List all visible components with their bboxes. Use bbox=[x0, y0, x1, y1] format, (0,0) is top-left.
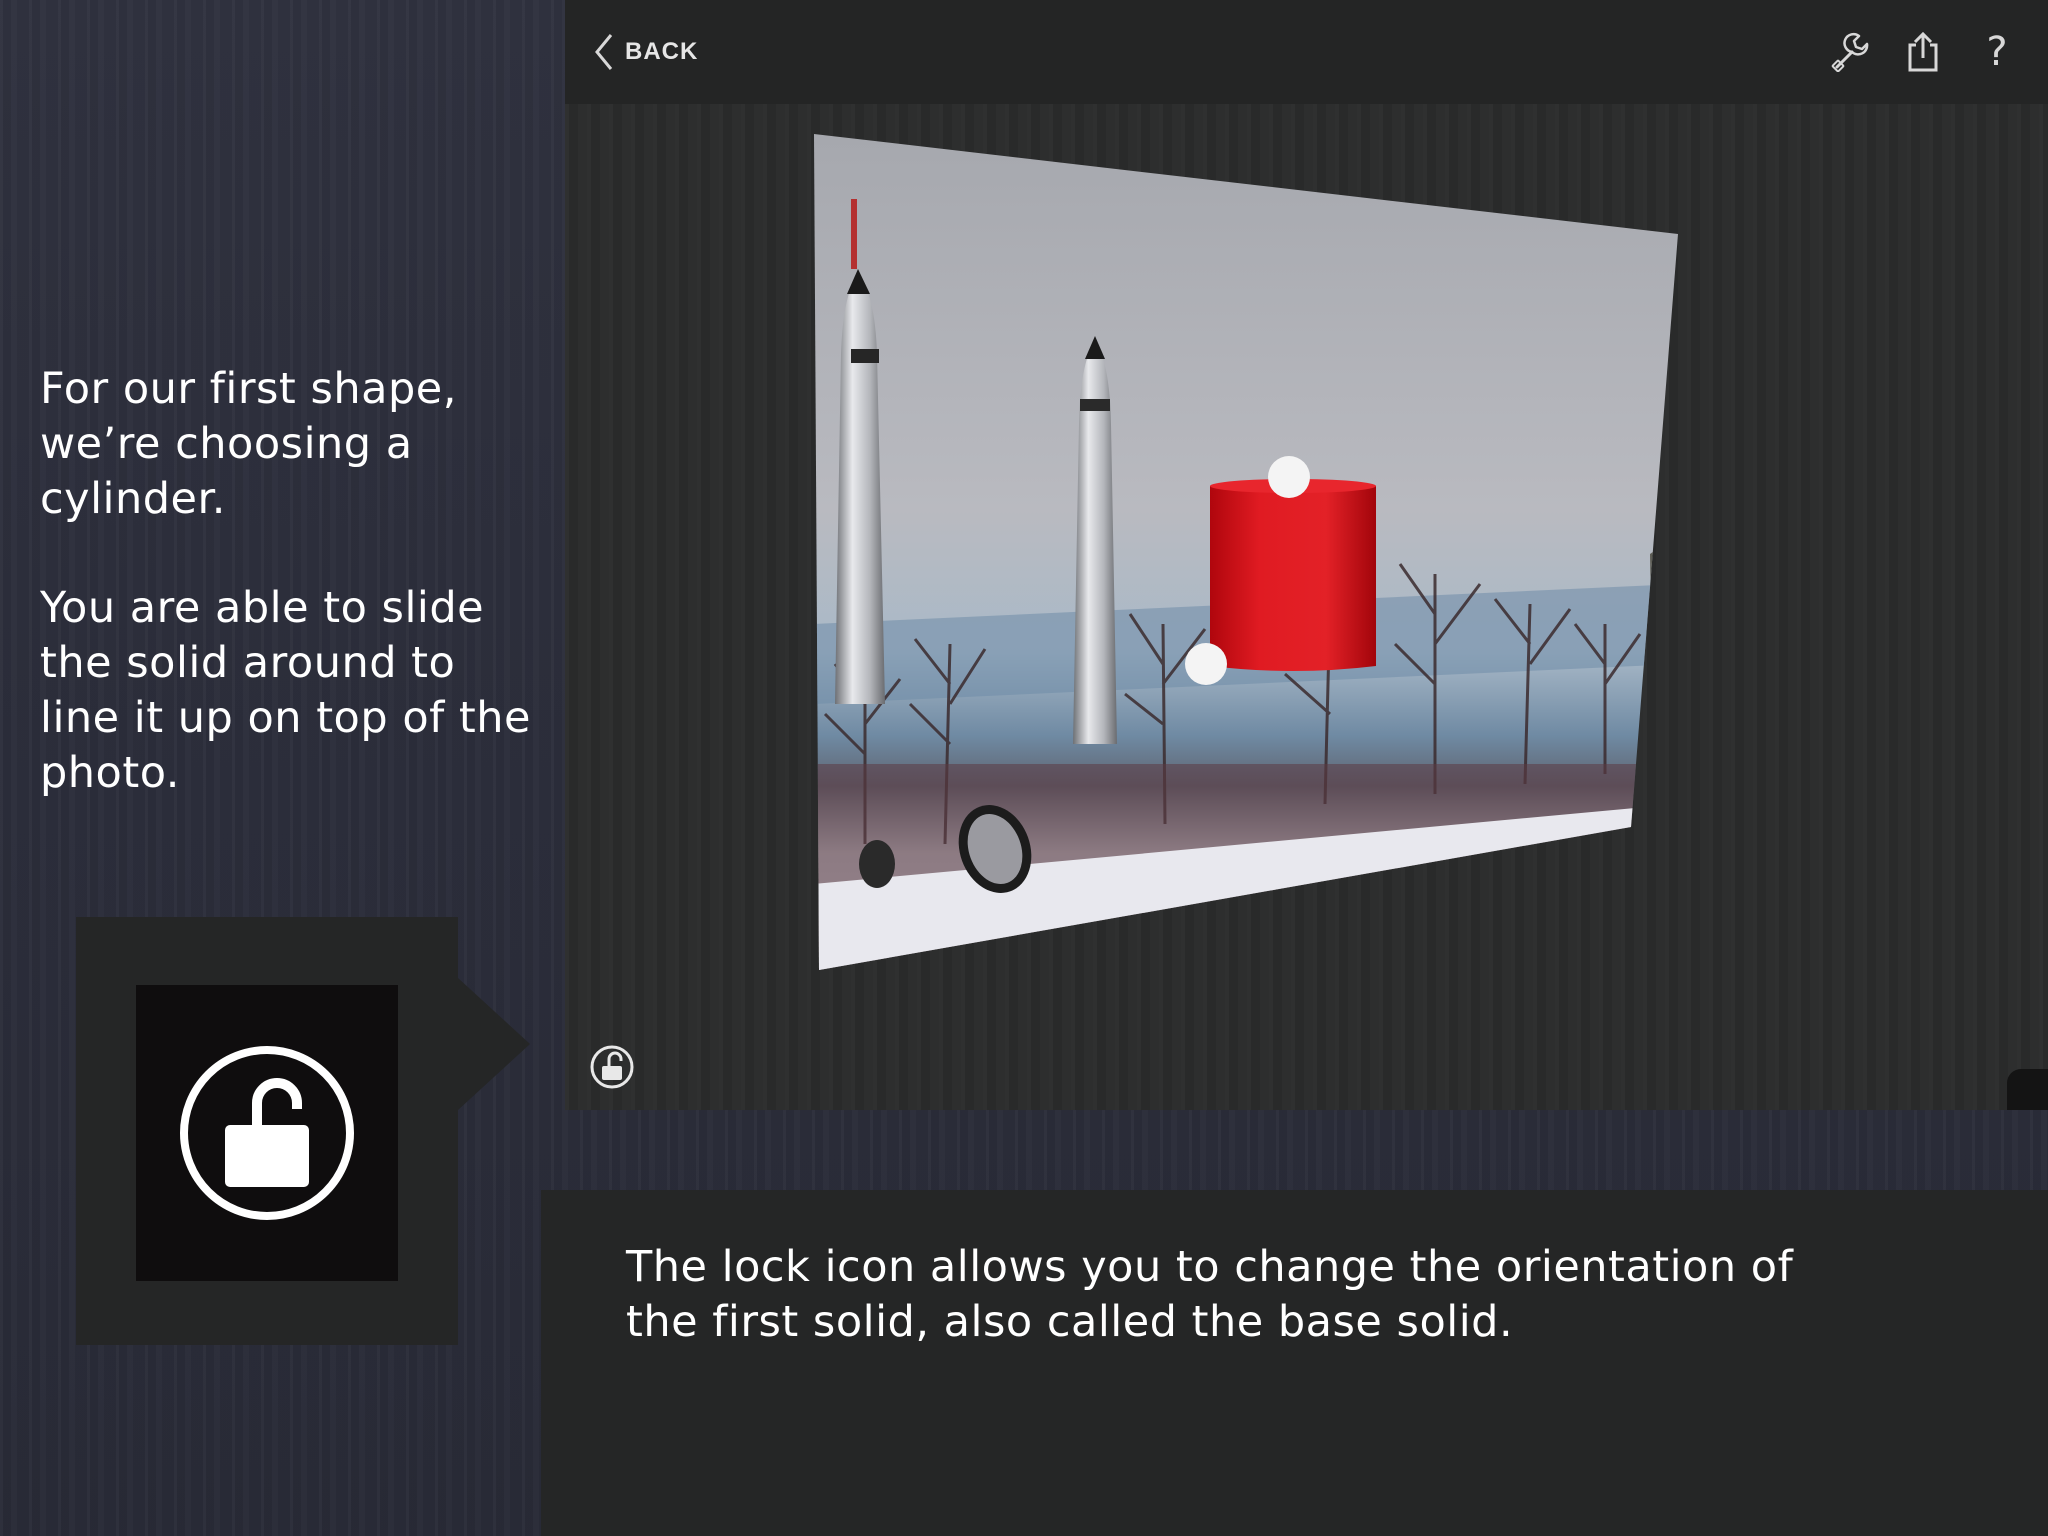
app-toolbar: BACK ? bbox=[565, 0, 2048, 104]
share-button[interactable] bbox=[1901, 30, 1945, 74]
lock-toggle-button[interactable] bbox=[589, 1044, 635, 1090]
back-button[interactable]: BACK bbox=[593, 30, 698, 74]
rotate-handle-top[interactable] bbox=[1268, 456, 1310, 498]
intro-paragraph-1: For our first shape, we’re choosing a cy… bbox=[40, 364, 457, 524]
help-icon: ? bbox=[1986, 29, 2008, 75]
app-window: BACK ? bbox=[565, 0, 2048, 1110]
callout-icon-frame bbox=[136, 985, 398, 1281]
workspace[interactable] bbox=[565, 104, 2048, 1110]
callout-pointer bbox=[458, 978, 530, 1110]
lock-open-icon bbox=[180, 1046, 354, 1220]
wrench-icon bbox=[1831, 32, 1869, 72]
photo-canvas[interactable] bbox=[565, 104, 2048, 1110]
resize-handle-left[interactable] bbox=[1185, 643, 1227, 685]
chevron-left-icon bbox=[595, 34, 613, 70]
intro-text: For our first shape, we’re choosing a cy… bbox=[40, 362, 540, 801]
share-icon bbox=[1908, 31, 1938, 72]
help-button[interactable]: ? bbox=[1975, 30, 2019, 74]
side-menu-button[interactable] bbox=[2007, 1069, 2048, 1110]
caption-text: The lock icon allows you to change the o… bbox=[626, 1242, 1794, 1347]
back-label: BACK bbox=[625, 38, 699, 65]
caption-panel: The lock icon allows you to change the o… bbox=[541, 1190, 2048, 1536]
cylinder-solid[interactable] bbox=[1210, 479, 1376, 671]
intro-paragraph-2: You are able to slide the solid around t… bbox=[40, 583, 532, 798]
lock-callout bbox=[76, 917, 458, 1345]
tools-button[interactable] bbox=[1829, 30, 1873, 74]
